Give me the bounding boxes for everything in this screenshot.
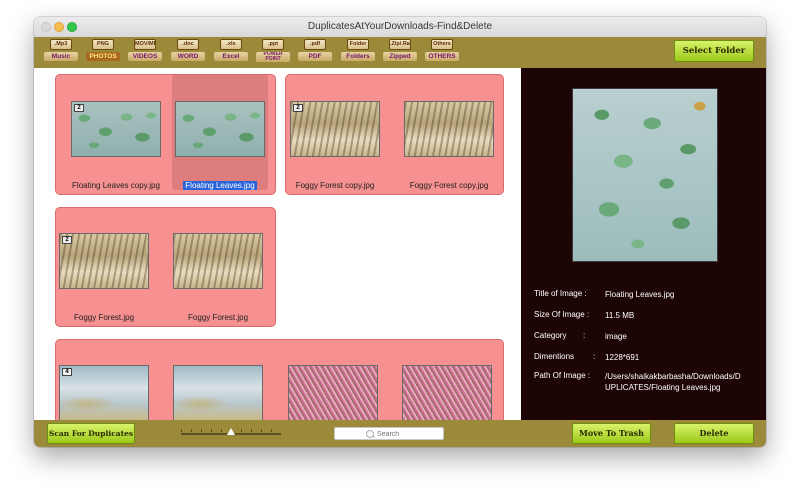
dimensions-label: Dimentions xyxy=(534,352,575,361)
size-label: Size Of Image : xyxy=(534,310,590,319)
category-label: POWER POINT xyxy=(256,52,290,62)
search-field[interactable] xyxy=(334,427,444,440)
category-toolbar: .Mp3 Music PNG PHOTOS MOV/MP4 VIDEOS .do… xyxy=(34,37,766,68)
folder-icon: Folder xyxy=(347,39,369,50)
category-label: OTHERS xyxy=(425,52,459,61)
list-item[interactable]: 4 xyxy=(56,341,152,420)
select-folder-button[interactable]: Select Folder xyxy=(674,40,754,62)
category-folders-button[interactable]: Folder Folders xyxy=(341,39,375,65)
duplicate-count-badge: 2 xyxy=(62,236,72,244)
category-videos-button[interactable]: MOV/MP4 VIDEOS xyxy=(128,39,162,65)
slider-knob[interactable] xyxy=(227,428,235,435)
search-icon xyxy=(366,430,374,438)
colon: : xyxy=(593,352,596,361)
file-name: Floating Leaves copy.jpg xyxy=(72,181,160,190)
list-item[interactable]: Foggy Forest.jpg xyxy=(170,209,266,324)
powerpoint-file-icon: .ppt xyxy=(262,39,284,50)
pdf-file-icon: .pdf xyxy=(304,39,326,50)
category-label: PHOTOS xyxy=(86,52,120,61)
category-label: Music xyxy=(44,52,78,61)
file-name: Foggy Forest copy.jpg xyxy=(409,181,489,190)
category-label: VIDEOS xyxy=(128,52,162,61)
mist-thumbnail[interactable]: 4 xyxy=(59,365,149,420)
file-name: Floating Leaves.jpg xyxy=(183,181,257,190)
photo-file-icon: PNG xyxy=(92,39,114,50)
category-value: image xyxy=(605,332,627,341)
window-title: DuplicatesAtYourDownloads-Find&Delete xyxy=(307,21,493,32)
title-bar: DuplicatesAtYourDownloads-Find&Delete xyxy=(34,17,766,38)
duplicate-count-badge: 2 xyxy=(74,104,84,112)
category-word-button[interactable]: .doc WORD xyxy=(171,39,205,65)
path-label: Path Of Image : xyxy=(534,371,591,380)
image-preview xyxy=(572,88,718,262)
leaves-thumbnail[interactable]: 2 xyxy=(71,101,161,157)
category-label: PDF xyxy=(298,52,332,61)
category-pdf-button[interactable]: .pdf PDF xyxy=(298,39,332,65)
file-name: Foggy Forest.jpg xyxy=(73,313,135,322)
forest-thumbnail[interactable]: 2 xyxy=(59,233,149,289)
duplicates-grid[interactable]: 2 Floating Leaves copy.jpg Floating Leav… xyxy=(34,68,521,420)
list-item-selected[interactable]: Floating Leaves.jpg xyxy=(172,75,268,190)
bottom-bar: Scan For Duplicates Move To Trash Delete xyxy=(34,420,766,447)
category-powerpoint-button[interactable]: .ppt POWER POINT xyxy=(256,39,290,65)
duplicate-group: 2 Foggy Forest.jpg Foggy Forest.jpg xyxy=(55,207,276,327)
dimensions-value: 1228*691 xyxy=(605,353,640,362)
zip-file-icon: .Zip/.Rar xyxy=(389,39,411,50)
path-value: /Users/shaikakbarbasha/Downloads/DUPLICA… xyxy=(605,372,741,392)
scan-for-duplicates-button[interactable]: Scan For Duplicates xyxy=(47,423,135,444)
list-item[interactable]: 2 Foggy Forest copy.jpg xyxy=(287,77,383,192)
list-item[interactable] xyxy=(285,341,381,420)
other-file-icon: Others xyxy=(431,39,453,50)
file-name: Foggy Forest.jpg xyxy=(187,313,249,322)
category-others-button[interactable]: Others OTHERS xyxy=(425,39,459,65)
category-label: Category xyxy=(534,331,567,340)
duplicate-count-badge: 4 xyxy=(62,368,72,376)
word-file-icon: .doc xyxy=(177,39,199,50)
forest-thumbnail[interactable] xyxy=(173,233,263,289)
list-item[interactable] xyxy=(399,341,495,420)
category-label: Excel xyxy=(214,52,248,61)
category-zipped-button[interactable]: .Zip/.Rar Zipped xyxy=(383,39,417,65)
category-label: Zipped xyxy=(383,52,417,61)
category-label: Folders xyxy=(341,52,375,61)
size-value: 11.5 MB xyxy=(605,311,635,320)
move-to-trash-button[interactable]: Move To Trash xyxy=(572,423,651,444)
delete-button[interactable]: Delete xyxy=(674,423,754,444)
duplicate-group: 2 Foggy Forest copy.jpg Foggy Forest cop… xyxy=(285,74,504,195)
video-file-icon: MOV/MP4 xyxy=(134,39,156,50)
duplicate-group: 2 Floating Leaves copy.jpg Floating Leav… xyxy=(55,74,276,195)
forest-thumbnail[interactable] xyxy=(404,101,494,157)
duplicate-group: 4 xyxy=(55,339,504,420)
details-panel: Title of Image : Floating Leaves.jpg Siz… xyxy=(521,68,766,420)
app-window: DuplicatesAtYourDownloads-Find&Delete .M… xyxy=(34,17,766,447)
list-item[interactable] xyxy=(170,341,266,420)
mist-thumbnail[interactable] xyxy=(173,365,263,420)
list-item[interactable]: 2 Foggy Forest.jpg xyxy=(56,209,152,324)
list-item[interactable]: Foggy Forest copy.jpg xyxy=(401,77,497,192)
title-label: Title of Image : xyxy=(534,289,587,298)
duplicate-count-badge: 2 xyxy=(293,104,303,112)
leaves-thumbnail[interactable] xyxy=(175,101,265,157)
title-value: Floating Leaves.jpg xyxy=(605,290,675,299)
grass-thumbnail[interactable] xyxy=(402,365,492,420)
forest-thumbnail[interactable]: 2 xyxy=(290,101,380,157)
file-name: Foggy Forest copy.jpg xyxy=(295,181,375,190)
search-input[interactable] xyxy=(377,429,441,439)
category-label: WORD xyxy=(171,52,205,61)
category-excel-button[interactable]: .xls Excel xyxy=(214,39,248,65)
excel-file-icon: .xls xyxy=(220,39,242,50)
category-music-button[interactable]: .Mp3 Music xyxy=(44,39,78,65)
colon: : xyxy=(583,331,586,340)
category-photos-button[interactable]: PNG PHOTOS xyxy=(86,39,120,65)
music-file-icon: .Mp3 xyxy=(50,39,72,50)
grass-thumbnail[interactable] xyxy=(288,365,378,420)
list-item[interactable]: 2 Floating Leaves copy.jpg xyxy=(68,77,164,192)
